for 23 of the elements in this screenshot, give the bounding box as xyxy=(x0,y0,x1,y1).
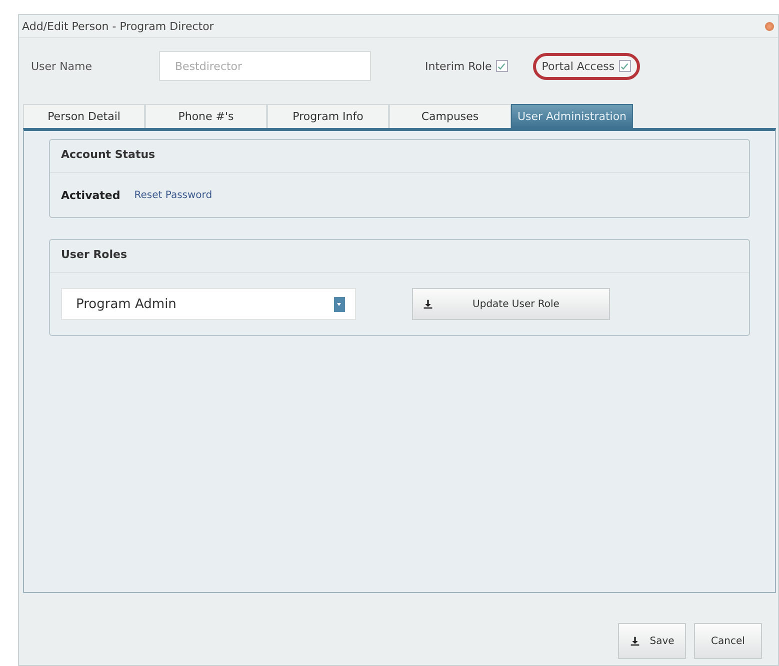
download-icon xyxy=(423,299,433,309)
status-text: Activated xyxy=(61,188,120,202)
field-label: User Name xyxy=(31,60,94,72)
section-title: Account Status xyxy=(50,140,749,173)
tab[interactable]: Phone #'s xyxy=(145,104,267,128)
checkbox-label: Portal Access xyxy=(542,60,615,72)
window-title: Add/Edit Person - Program Director xyxy=(22,20,214,32)
tab[interactable]: Program Info xyxy=(267,104,389,128)
section-title: User Roles xyxy=(50,240,749,273)
update-user-role-button[interactable]: Update User Role xyxy=(412,288,610,320)
checkbox-label: Interim Role xyxy=(425,60,492,72)
checkbox[interactable] xyxy=(618,60,631,72)
save-button[interactable]: Save xyxy=(618,623,686,659)
checkbox[interactable] xyxy=(496,60,508,72)
download-icon xyxy=(630,636,640,646)
reset-password-link[interactable]: Reset Password xyxy=(134,190,212,200)
dropdown-value: Program Admin xyxy=(76,296,176,312)
user-name-field[interactable]: Bestdirector xyxy=(159,51,371,81)
tab[interactable]: Person Detail xyxy=(23,104,145,128)
cancel-button[interactable]: Cancel xyxy=(694,623,762,659)
tab[interactable]: Campuses xyxy=(389,104,511,128)
close-icon[interactable] xyxy=(765,22,774,30)
role-dropdown[interactable]: Program Admin xyxy=(61,288,356,320)
